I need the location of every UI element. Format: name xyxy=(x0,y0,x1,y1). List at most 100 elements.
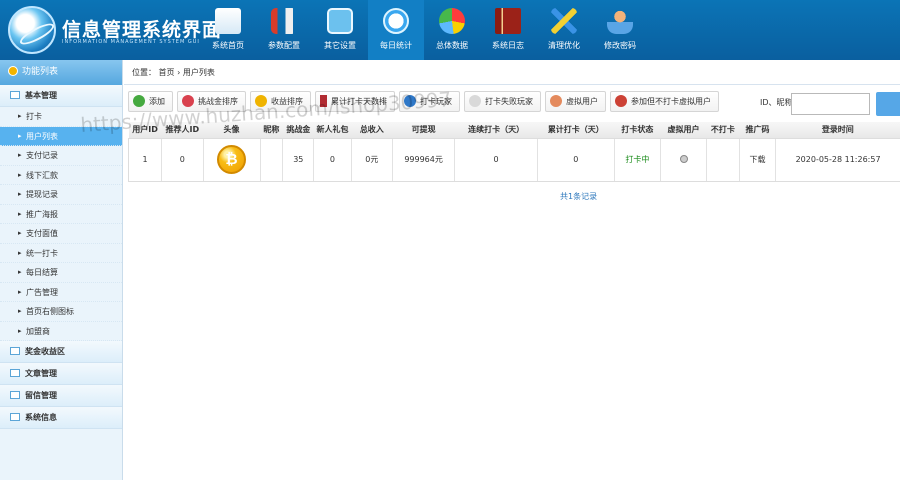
failed-players-button[interactable]: 打卡失败玩家 xyxy=(464,91,541,112)
nav-daily-stats[interactable]: 每日统计 xyxy=(368,0,424,60)
home-icon xyxy=(215,8,241,34)
sidebar-item-poster[interactable]: 推广海报 xyxy=(0,205,122,224)
continuous-cell: 0 xyxy=(454,137,538,182)
virtual-users-label: 虚拟用户 xyxy=(566,97,598,106)
app-title: 信息管理系统界面 xyxy=(62,19,223,41)
user-id-cell: 1 xyxy=(127,137,162,182)
nav-overall-data[interactable]: 总体数据 xyxy=(424,0,480,60)
pie-chart-icon xyxy=(439,8,465,34)
header-cumulative[interactable]: 累计打卡（天） xyxy=(537,122,615,139)
virtual-user-icon xyxy=(550,95,562,107)
nav-system-log[interactable]: 系统日志 xyxy=(480,0,536,60)
login-time-cell: 2020-05-28 11:26:57 xyxy=(775,137,900,182)
sidebar-item-home-icons[interactable]: 首页右侧图标 xyxy=(0,302,122,322)
nav-home[interactable]: 系统首页 xyxy=(200,0,256,60)
add-button-label: 添加 xyxy=(149,97,165,106)
header-continuous[interactable]: 连续打卡（天） xyxy=(454,122,538,139)
sidebar-section-articles[interactable]: 文章管理 xyxy=(0,363,122,385)
challenge-cell: 35 xyxy=(282,137,314,182)
sidebar-item-label: 用户列表 xyxy=(26,131,58,141)
folder-icon xyxy=(10,391,20,399)
sidebar-item-offline-remittance[interactable]: 线下汇款 xyxy=(0,166,122,185)
sidebar-title: 功能列表 xyxy=(22,67,59,77)
sidebar-item-label: 广告管理 xyxy=(26,287,58,297)
sidebar-section-label: 留信管理 xyxy=(25,391,57,400)
header-virtual[interactable]: 虚拟用户 xyxy=(660,122,707,139)
table-row[interactable]: 1 0 ₿ 35 0 0元 999964元 0 0 打卡中 下载 2020-05… xyxy=(127,137,900,182)
nav-change-password[interactable]: 修改密码 xyxy=(592,0,648,60)
header-withdrawable[interactable]: 可提现 xyxy=(392,122,455,139)
header-promo[interactable]: 推广码 xyxy=(739,122,776,139)
sidebar-item-franchise[interactable]: 加盟商 xyxy=(0,322,122,341)
sidebar-section-system[interactable]: 系统信息 xyxy=(0,407,122,429)
nav-other-settings[interactable]: 其它设置 xyxy=(312,0,368,60)
join-no-checkin-label: 参加但不打卡虚拟用户 xyxy=(631,97,711,106)
income-cell: 0元 xyxy=(350,137,393,182)
header-status[interactable]: 打卡状态 xyxy=(614,122,661,139)
sidebar-item-payments[interactable]: 支付记录 xyxy=(0,146,122,166)
nav-params[interactable]: 参数配置 xyxy=(256,0,312,60)
virtual-users-button[interactable]: 虚拟用户 xyxy=(545,91,606,112)
promo-cell[interactable]: 下载 xyxy=(738,137,776,182)
sidebar-section-messages[interactable]: 留信管理 xyxy=(0,385,122,407)
sidebar-item-ads[interactable]: 广告管理 xyxy=(0,283,122,302)
nav-overall-label: 总体数据 xyxy=(436,41,468,50)
sidebar-item-label: 提现记录 xyxy=(26,190,58,199)
header-income[interactable]: 总收入 xyxy=(351,122,393,139)
nav-daily-label: 每日统计 xyxy=(380,41,412,50)
warning-user-icon xyxy=(615,95,627,107)
no-checkin-cell xyxy=(705,137,740,182)
virtual-radio-icon[interactable] xyxy=(679,154,688,163)
sidebar-section-label: 文章管理 xyxy=(25,369,57,378)
nav-cleanup[interactable]: 清理优化 xyxy=(536,0,592,60)
book-icon xyxy=(495,8,521,34)
bitcoin-avatar-icon: ₿ xyxy=(217,145,247,174)
header-challenge[interactable]: 挑战金 xyxy=(282,122,314,139)
sidebar-item-label: 支付面值 xyxy=(26,229,58,238)
avatar-cell: ₿ xyxy=(202,137,260,182)
nav-params-label: 参数配置 xyxy=(268,41,300,50)
logo xyxy=(8,6,56,54)
status-cell: 打卡中 xyxy=(613,137,661,182)
clock-icon xyxy=(383,8,409,34)
sidebar-item-label: 加盟商 xyxy=(26,326,50,336)
user-fail-icon xyxy=(469,95,481,107)
breadcrumb: 位置： 首页 › 用户列表 xyxy=(124,60,900,85)
virtual-cell[interactable] xyxy=(660,137,707,182)
sidebar-header: 功能列表 xyxy=(0,60,122,85)
header-login-time[interactable]: 登录时间 xyxy=(775,122,900,139)
folder-icon xyxy=(10,347,20,355)
breadcrumb-prefix: 位置： xyxy=(132,68,156,77)
header-nickname[interactable]: 昵称 xyxy=(260,122,283,139)
sidebar-item-payment-value[interactable]: 支付面值 xyxy=(0,224,122,244)
cumulative-cell: 0 xyxy=(537,137,615,182)
app-subtitle: INFORMATION MANAGEMENT SYSTEM GUI xyxy=(62,39,200,45)
nav-home-label: 系统首页 xyxy=(212,41,244,50)
nav-other-label: 其它设置 xyxy=(324,41,356,50)
sidebar-section-rewards[interactable]: 奖金收益区 xyxy=(0,341,122,363)
sidebar-item-label: 线下汇款 xyxy=(26,170,58,180)
sidebar-item-label: 支付记录 xyxy=(26,151,58,160)
breadcrumb-home[interactable]: 首页 xyxy=(159,68,175,77)
breadcrumb-current: 用户列表 xyxy=(182,68,215,77)
user-table: 用户ID 推荐人ID 头像 昵称 挑战金 新人礼包 总收入 可提现 连续打卡（天… xyxy=(127,122,900,182)
user-icon xyxy=(607,8,633,34)
circle-icon xyxy=(8,66,18,76)
failed-players-label: 打卡失败玩家 xyxy=(485,97,533,106)
header-newbie[interactable]: 新人礼包 xyxy=(313,122,352,139)
record-count: 共1条记录 xyxy=(560,192,598,201)
sidebar-section-label: 系统信息 xyxy=(25,413,57,422)
plus-icon xyxy=(133,95,145,107)
sidebar-item-daily-settlement[interactable]: 每日结算 xyxy=(0,263,122,283)
sidebar-item-unified-checkin[interactable]: 统一打卡 xyxy=(0,244,122,263)
header-no-checkin[interactable]: 不打卡 xyxy=(706,122,740,139)
app-header: 信息管理系统界面 INFORMATION MANAGEMENT SYSTEM G… xyxy=(0,0,900,60)
sidebar-item-withdrawals[interactable]: 提现记录 xyxy=(0,185,122,205)
sidebar-section-basic[interactable]: 基本管理 xyxy=(0,85,122,107)
join-no-checkin-virtual-button[interactable]: 参加但不打卡虚拟用户 xyxy=(610,91,719,112)
search-input[interactable] xyxy=(791,93,870,115)
folder-icon xyxy=(10,91,20,99)
sidebar-item-label: 统一打卡 xyxy=(26,248,58,258)
search-button[interactable] xyxy=(876,92,900,116)
nav-cleanup-label: 清理优化 xyxy=(548,41,580,50)
